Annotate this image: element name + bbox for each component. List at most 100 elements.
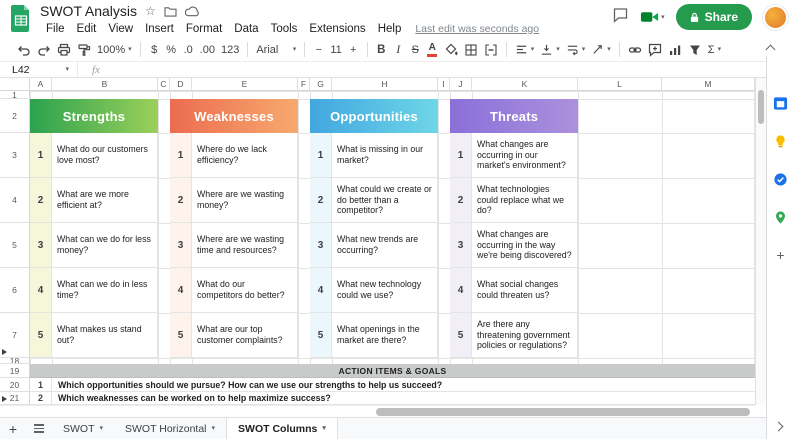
cell-question[interactable]: Are there any threatening government pol… xyxy=(472,313,578,358)
cell-number[interactable]: 4 xyxy=(450,268,472,313)
cell-question[interactable]: What makes us stand out? xyxy=(52,313,158,358)
move-folder-icon[interactable] xyxy=(164,6,177,17)
insert-link-icon[interactable] xyxy=(625,40,645,60)
vertical-scrollbar[interactable] xyxy=(755,78,766,405)
paint-format-icon[interactable] xyxy=(74,40,94,60)
create-filter-icon[interactable] xyxy=(685,40,705,60)
menu-help[interactable]: Help xyxy=(372,22,408,36)
cell-number[interactable]: 3 xyxy=(450,223,472,268)
action-item-text[interactable]: Which opportunities should we pursue? Ho… xyxy=(52,378,755,392)
cell-number[interactable]: 1 xyxy=(450,133,472,178)
cell-question[interactable]: What is missing in our market? xyxy=(332,133,438,178)
column-header-g[interactable]: G xyxy=(310,78,332,91)
row-header-19[interactable]: 19 xyxy=(0,364,30,378)
section-header-threats[interactable]: Threats xyxy=(450,99,578,133)
vertical-scrollbar-thumb[interactable] xyxy=(758,90,764,124)
cell-number[interactable]: 2 xyxy=(30,178,52,223)
cell-number[interactable]: 1 xyxy=(30,133,52,178)
cell-question[interactable]: Where are we wasting money? xyxy=(192,178,298,223)
italic-button[interactable]: I xyxy=(390,40,407,60)
cell-number[interactable]: 5 xyxy=(450,313,472,358)
column-header-h[interactable]: H xyxy=(332,78,438,91)
column-header-c[interactable]: C xyxy=(158,78,170,91)
all-sheets-icon[interactable] xyxy=(26,418,52,439)
row-header-20[interactable]: 20 xyxy=(0,378,30,392)
cell-number[interactable]: 5 xyxy=(170,313,192,358)
sheet-tab-swot-columns[interactable]: SWOT Columns▾ xyxy=(226,418,338,439)
merge-cells-icon[interactable] xyxy=(481,40,501,60)
cell-number[interactable]: 2 xyxy=(170,178,192,223)
menu-tools[interactable]: Tools xyxy=(265,22,304,36)
section-header-opportunities[interactable]: Opportunities xyxy=(310,99,438,133)
cell-number[interactable]: 1 xyxy=(30,378,52,392)
cell-question[interactable]: What are our top customer complaints? xyxy=(192,313,298,358)
menu-format[interactable]: Format xyxy=(180,22,228,36)
cell-question[interactable]: What can we do in less time? xyxy=(52,268,158,313)
star-icon[interactable]: ☆ xyxy=(145,5,156,17)
cell-number[interactable]: 3 xyxy=(310,223,332,268)
action-item-text[interactable]: Which weaknesses can be worked on to hel… xyxy=(52,392,755,405)
hidden-rows-marker[interactable] xyxy=(2,349,7,355)
menu-view[interactable]: View xyxy=(102,22,139,36)
row-header-3[interactable]: 3 xyxy=(0,133,30,178)
insert-chart-icon[interactable] xyxy=(665,40,685,60)
print-icon[interactable] xyxy=(54,40,74,60)
functions-select[interactable]: Σ▾ xyxy=(705,40,724,60)
cell-question[interactable]: Where do we lack efficiency? xyxy=(192,133,298,178)
tasks-icon[interactable] xyxy=(773,172,788,192)
strikethrough-button[interactable]: S xyxy=(407,40,424,60)
tab-menu-caret-icon[interactable]: ▾ xyxy=(322,425,326,432)
action-items-header[interactable]: ACTION ITEMS & GOALS xyxy=(30,364,755,378)
undo-icon[interactable] xyxy=(14,40,34,60)
cloud-status-icon[interactable] xyxy=(185,6,200,17)
meet-call-icon[interactable]: ▾ xyxy=(640,10,665,24)
comment-history-icon[interactable] xyxy=(612,7,629,28)
zoom-select[interactable]: 100%▾ xyxy=(94,40,135,60)
cell-number[interactable]: 2 xyxy=(310,178,332,223)
menu-edit[interactable]: Edit xyxy=(71,22,103,36)
cell-question[interactable]: What do our competitors do better? xyxy=(192,268,298,313)
hidden-rows-marker[interactable] xyxy=(2,396,7,402)
vertical-align-select[interactable]: ▾ xyxy=(537,40,563,60)
share-button[interactable]: Share xyxy=(676,4,752,30)
column-header-l[interactable]: L xyxy=(578,78,662,91)
row-header-6[interactable]: 6 xyxy=(0,268,30,313)
cell-question[interactable]: What social changes could threaten us? xyxy=(472,268,578,313)
section-header-strengths[interactable]: Strengths xyxy=(30,99,158,133)
format-percent-button[interactable]: % xyxy=(163,40,180,60)
cell-question[interactable]: What changes are occurring in the way we… xyxy=(472,223,578,268)
column-header-d[interactable]: D xyxy=(170,78,192,91)
cell-question[interactable]: What do our customers love most? xyxy=(52,133,158,178)
borders-icon[interactable] xyxy=(461,40,481,60)
cell-number[interactable]: 2 xyxy=(450,178,472,223)
cell-question[interactable]: What could we create or do better than a… xyxy=(332,178,438,223)
cell-question[interactable]: What technologies could replace what we … xyxy=(472,178,578,223)
text-color-button[interactable]: A xyxy=(424,40,441,60)
cell-question[interactable]: Where are we wasting time and resources? xyxy=(192,223,298,268)
column-header-e[interactable]: E xyxy=(192,78,298,91)
name-box[interactable]: L42 ▾ xyxy=(0,62,78,77)
cell-question[interactable]: What can we do for less money? xyxy=(52,223,158,268)
add-sheet-icon[interactable]: + xyxy=(0,418,26,439)
horizontal-scrollbar[interactable] xyxy=(0,405,755,417)
row-header-1[interactable]: 1 xyxy=(0,91,30,99)
select-all-corner[interactable] xyxy=(0,78,30,91)
bold-button[interactable]: B xyxy=(373,40,390,60)
text-rotation-select[interactable]: ▾ xyxy=(588,40,614,60)
tab-menu-caret-icon[interactable]: ▾ xyxy=(100,425,104,432)
column-header-i[interactable]: I xyxy=(438,78,450,91)
calendar-icon[interactable] xyxy=(773,96,788,116)
cell-number[interactable]: 3 xyxy=(30,223,52,268)
collapse-toolbar-icon[interactable] xyxy=(766,45,776,55)
redo-icon[interactable] xyxy=(34,40,54,60)
last-edit-link[interactable]: Last edit was seconds ago xyxy=(415,23,539,35)
cell-number[interactable]: 4 xyxy=(310,268,332,313)
column-header-k[interactable]: K xyxy=(472,78,578,91)
cell-number[interactable]: 1 xyxy=(310,133,332,178)
menu-file[interactable]: File xyxy=(40,22,71,36)
account-avatar[interactable] xyxy=(763,5,788,30)
cell-number[interactable]: 4 xyxy=(170,268,192,313)
insert-comment-icon[interactable] xyxy=(645,40,665,60)
row-header-5[interactable]: 5 xyxy=(0,223,30,268)
cell-number[interactable]: 4 xyxy=(30,268,52,313)
